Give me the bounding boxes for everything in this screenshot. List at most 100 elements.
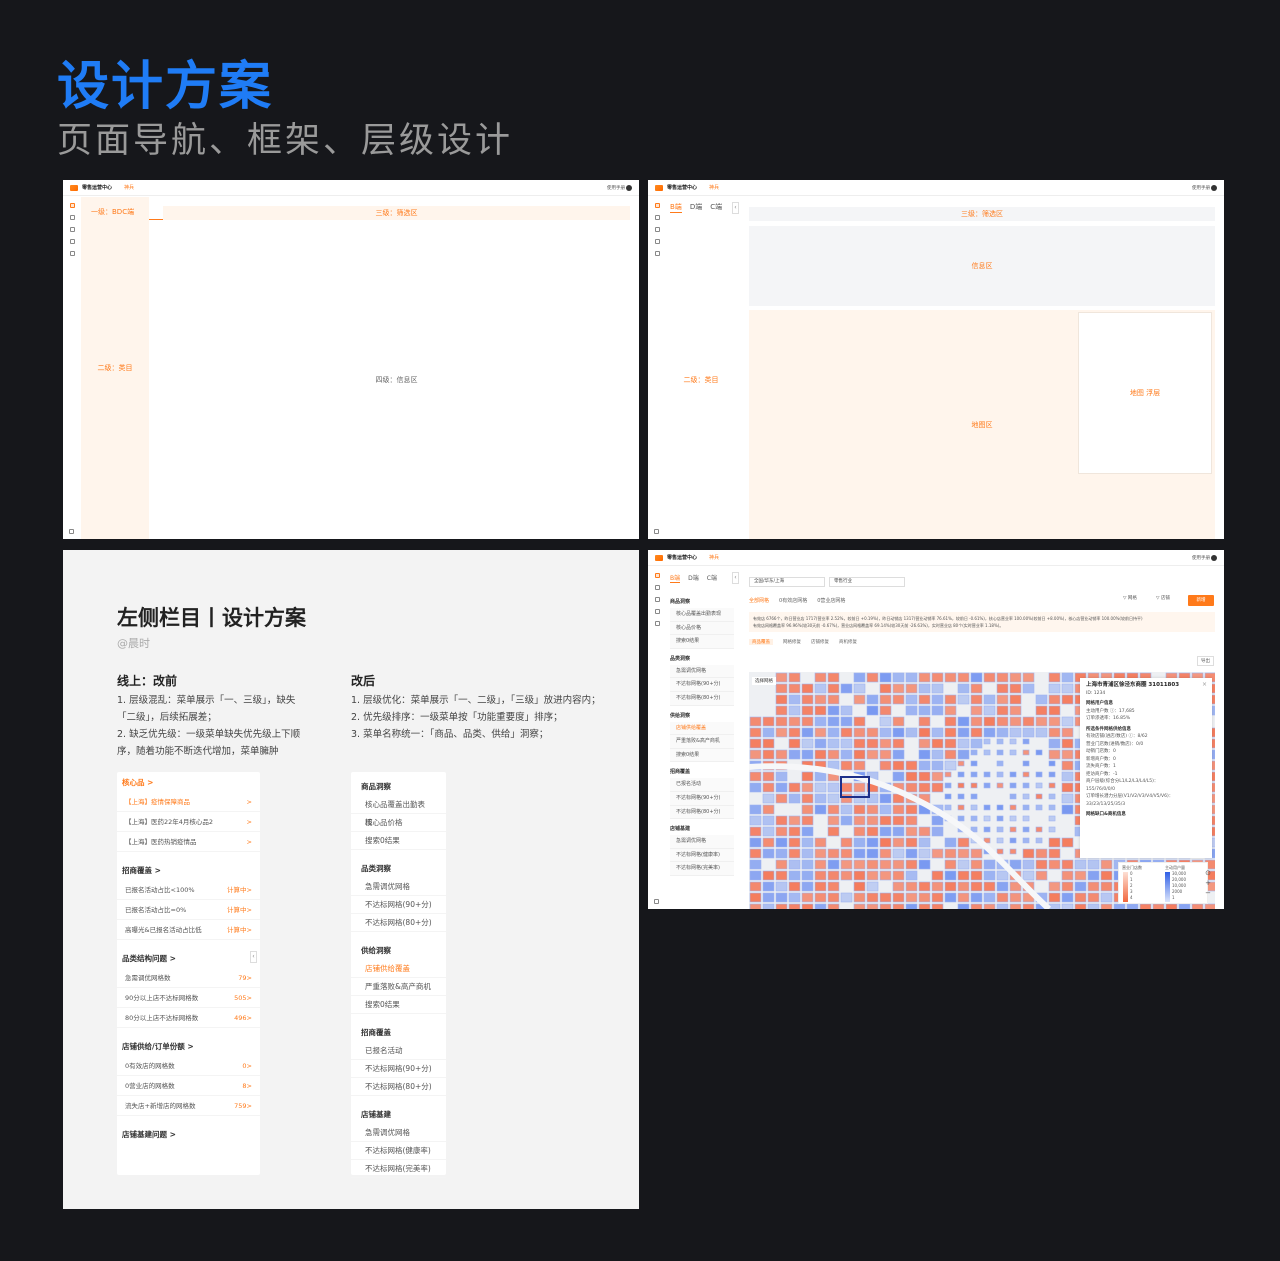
industry-select[interactable]: 零售行业: [829, 577, 905, 587]
side-nav-item[interactable]: 搜索0结果: [670, 635, 734, 649]
new-menu-item[interactable]: 搜索0结果: [351, 832, 446, 850]
map-grid-cell[interactable]: [944, 881, 957, 892]
map-grid-cell[interactable]: [775, 683, 788, 694]
map-grid-cell[interactable]: [1035, 859, 1048, 870]
map-grid-cell[interactable]: [749, 815, 762, 826]
map-grid-cell[interactable]: [957, 749, 970, 760]
map-grid-cell[interactable]: [775, 793, 788, 804]
map-grid-cell[interactable]: [775, 848, 788, 859]
map-grid-cell[interactable]: [944, 892, 957, 903]
tab-d[interactable]: D端: [688, 573, 699, 583]
map-grid-cell[interactable]: [814, 859, 827, 870]
map-grid-cell[interactable]: [905, 727, 918, 738]
map-grid-cell[interactable]: [775, 892, 788, 903]
map-grid-cell[interactable]: [918, 760, 931, 771]
map-grid-cell[interactable]: [1048, 738, 1061, 749]
map-grid-cell[interactable]: [944, 694, 957, 705]
tab-opportunity[interactable]: 商机修复: [839, 639, 857, 645]
map-grid-cell[interactable]: [879, 705, 892, 716]
map-grid-cell[interactable]: [983, 826, 991, 833]
zoom-in-icon[interactable]: +: [1204, 878, 1212, 888]
map-grid-cell[interactable]: [996, 804, 1004, 811]
map-grid-cell[interactable]: [918, 892, 931, 903]
map-grid-cell[interactable]: [1178, 903, 1191, 909]
map-grid-cell[interactable]: [905, 782, 918, 793]
map-grid-cell[interactable]: [1061, 727, 1074, 738]
map-grid-cell[interactable]: [827, 870, 840, 881]
map-grid-cell[interactable]: [1100, 881, 1113, 892]
map-grid-cell[interactable]: [827, 672, 840, 683]
map-grid-cell[interactable]: [840, 892, 853, 903]
map-grid-cell[interactable]: [931, 672, 944, 683]
map-grid-cell[interactable]: [749, 771, 762, 782]
map-grid-cell[interactable]: [905, 826, 918, 837]
map-grid-cell[interactable]: [996, 771, 1004, 778]
map-grid-cell[interactable]: [762, 804, 775, 815]
map-grid-cell[interactable]: [762, 881, 775, 892]
map-grid-cell[interactable]: [905, 771, 918, 782]
map-grid-cell[interactable]: [879, 793, 892, 804]
map-grid-cell[interactable]: [970, 815, 978, 822]
new-menu-item[interactable]: 不达标网格(80+分): [351, 1078, 446, 1096]
doc-icon[interactable]: [69, 239, 75, 244]
gear-icon[interactable]: [654, 621, 660, 626]
map-grid-cell[interactable]: [931, 727, 944, 738]
map-grid-cell[interactable]: [775, 705, 788, 716]
map-grid-cell[interactable]: [1061, 738, 1074, 749]
map-grid-cell[interactable]: [827, 705, 840, 716]
map-grid-cell[interactable]: [879, 760, 892, 771]
map-grid-cell[interactable]: [1048, 793, 1056, 800]
map-grid-cell[interactable]: [970, 793, 978, 800]
map-grid-cell[interactable]: [996, 683, 1009, 694]
map-grid-cell[interactable]: [879, 749, 892, 760]
map-grid-cell[interactable]: [970, 738, 983, 749]
map-grid-cell[interactable]: [814, 749, 827, 760]
map-grid-cell[interactable]: [788, 793, 801, 804]
gear-icon[interactable]: [654, 251, 660, 256]
map-grid-cell[interactable]: [918, 749, 931, 760]
map-grid-cell[interactable]: [1009, 771, 1017, 778]
map-grid-cell[interactable]: [866, 859, 879, 870]
map-grid-cell[interactable]: [931, 815, 944, 826]
map-grid-cell[interactable]: [931, 694, 944, 705]
map-grid-cell[interactable]: [996, 903, 1009, 909]
map-grid-cell[interactable]: [840, 815, 853, 826]
map-grid-cell[interactable]: [1048, 881, 1061, 892]
map-grid-cell[interactable]: [892, 694, 905, 705]
map-grid-cell[interactable]: [892, 672, 905, 683]
home-icon[interactable]: [654, 203, 660, 208]
map-grid-cell[interactable]: [827, 815, 840, 826]
map-grid-cell[interactable]: [944, 727, 957, 738]
map-grid-cell[interactable]: [840, 870, 853, 881]
avatar[interactable]: [1211, 555, 1217, 561]
map-grid-cell[interactable]: [957, 881, 970, 892]
map-grid-cell[interactable]: [918, 683, 931, 694]
map-grid-cell[interactable]: [892, 837, 905, 848]
map-grid-cell[interactable]: [1009, 782, 1017, 789]
map-grid-cell[interactable]: [1087, 881, 1100, 892]
map-grid-cell[interactable]: [788, 815, 801, 826]
map-grid-cell[interactable]: [853, 694, 866, 705]
map-grid-cell[interactable]: [970, 892, 983, 903]
map-grid-cell[interactable]: [918, 859, 931, 870]
map-grid-cell[interactable]: [1035, 694, 1048, 705]
map-grid-cell[interactable]: [749, 881, 762, 892]
new-menu-item[interactable]: 核心品覆盖出勤表现: [351, 796, 446, 827]
map-grid-cell[interactable]: [801, 826, 814, 837]
map-grid-cell[interactable]: [1087, 903, 1100, 909]
map-grid-cell[interactable]: [983, 870, 996, 881]
map-grid-cell[interactable]: [892, 771, 905, 782]
map-grid-cell[interactable]: [996, 892, 1009, 903]
map-grid-cell[interactable]: [801, 815, 814, 826]
map-grid-cell[interactable]: [931, 749, 944, 760]
map-grid-cell[interactable]: [879, 848, 892, 859]
map-grid-cell[interactable]: [1009, 672, 1022, 683]
map-grid-cell[interactable]: [996, 749, 1004, 756]
map-grid-cell[interactable]: [762, 848, 775, 859]
map-grid-cell[interactable]: [853, 727, 866, 738]
side-nav-item[interactable]: 不达标网格(90+分): [670, 791, 734, 806]
map-grid-cell[interactable]: [1061, 804, 1074, 815]
map-grid-cell[interactable]: [762, 837, 775, 848]
map-grid-cell[interactable]: [970, 870, 983, 881]
chart-icon[interactable]: [654, 215, 660, 220]
